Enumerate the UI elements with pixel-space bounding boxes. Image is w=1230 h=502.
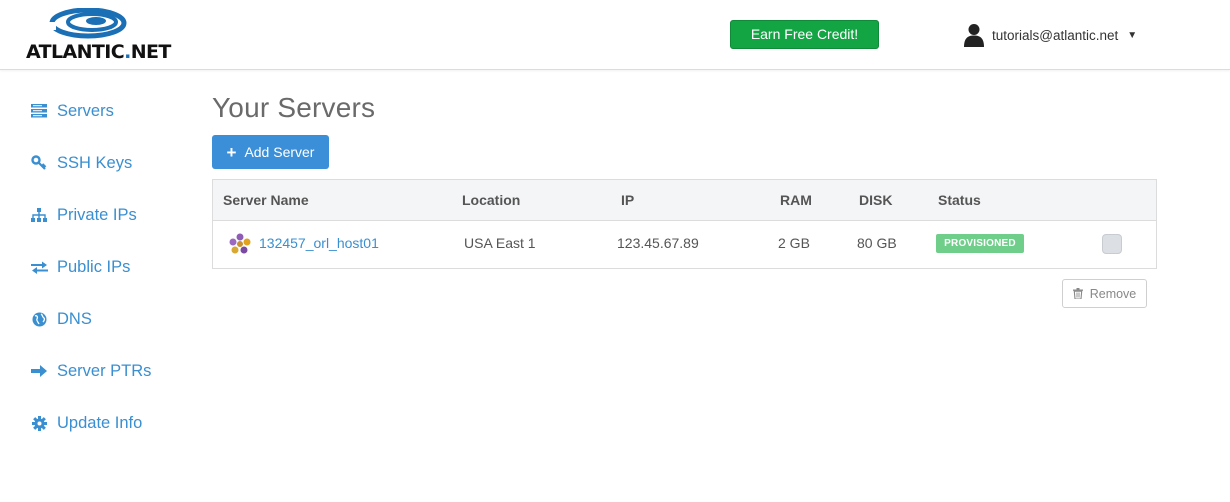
gear-icon (30, 414, 48, 432)
plus-icon: + (226, 142, 237, 162)
logo-text-dot: . (124, 41, 131, 63)
column-header-ip[interactable]: IP (621, 192, 634, 208)
sidebar-item-dns[interactable]: DNS (30, 307, 92, 331)
status-badge: PROVISIONED (936, 234, 1024, 253)
atlantic-net-logo[interactable]: ATLANTIC.NET (26, 8, 171, 64)
sidebar-item-label: Private IPs (57, 205, 137, 224)
trash-icon (1072, 288, 1083, 299)
server-disk: 80 GB (857, 235, 897, 251)
column-header-server-name[interactable]: Server Name (223, 192, 309, 208)
sidebar-item-update-info[interactable]: Update Info (30, 411, 142, 435)
add-server-button[interactable]: + Add Server (212, 135, 329, 169)
exchange-icon (30, 258, 48, 276)
arrow-right-icon (30, 362, 48, 380)
sidebar-item-label: Server PTRs (57, 361, 152, 380)
logo-text-suffix: NET (130, 41, 172, 63)
add-server-label: Add Server (244, 144, 315, 160)
sidebar-item-label: SSH Keys (57, 153, 133, 172)
servers-table: Server Name Location IP RAM DISK Status … (212, 179, 1157, 269)
sitemap-icon (30, 206, 48, 224)
logo-wordmark: ATLANTIC.NET (26, 41, 171, 63)
sidebar-item-label: Public IPs (57, 257, 131, 276)
caret-down-icon: ▼ (1127, 29, 1138, 41)
column-header-status[interactable]: Status (938, 192, 981, 208)
row-select-checkbox[interactable] (1102, 234, 1122, 254)
globe-icon (30, 310, 48, 328)
user-menu[interactable]: tutorials@atlantic.net ▼ (964, 22, 1137, 48)
sidebar-item-servers[interactable]: Servers (30, 99, 114, 123)
sidebar-item-ssh-keys[interactable]: SSH Keys (30, 151, 132, 175)
page-title: Your Servers (212, 92, 376, 123)
sidebar-item-public-ips[interactable]: Public IPs (30, 255, 130, 279)
user-icon (964, 24, 984, 47)
server-location: USA East 1 (464, 235, 536, 251)
table-header-row: Server Name Location IP RAM DISK Status (213, 180, 1156, 221)
server-ip: 123.45.67.89 (617, 235, 699, 251)
key-icon (30, 154, 48, 172)
server-icon (30, 102, 48, 120)
column-header-ram[interactable]: RAM (780, 192, 812, 208)
server-ram: 2 GB (778, 235, 810, 251)
server-name-link[interactable]: 132457_orl_host01 (259, 235, 379, 251)
sidebar-item-server-ptrs[interactable]: Server PTRs (30, 359, 151, 383)
sidebar-item-label: Update Info (57, 413, 143, 432)
logo-text-main: ATLANTIC (26, 41, 125, 63)
sidebar-item-private-ips[interactable]: Private IPs (30, 203, 137, 227)
sidebar-item-label: Servers (57, 101, 114, 120)
user-email: tutorials@atlantic.net (992, 27, 1119, 43)
server-os-icon (229, 233, 251, 254)
column-header-disk[interactable]: DISK (859, 192, 892, 208)
sidebar-item-label: DNS (57, 309, 92, 328)
logo-swirl-icon (46, 8, 127, 39)
table-row[interactable]: 132457_orl_host01 USA East 1 123.45.67.8… (213, 222, 1156, 268)
remove-label: Remove (1089, 286, 1137, 301)
top-header: ATLANTIC.NET Earn Free Credit! tutorials… (0, 0, 1230, 70)
column-header-location[interactable]: Location (462, 192, 520, 208)
earn-free-credit-button[interactable]: Earn Free Credit! (730, 20, 879, 49)
remove-button[interactable]: Remove (1062, 279, 1147, 308)
